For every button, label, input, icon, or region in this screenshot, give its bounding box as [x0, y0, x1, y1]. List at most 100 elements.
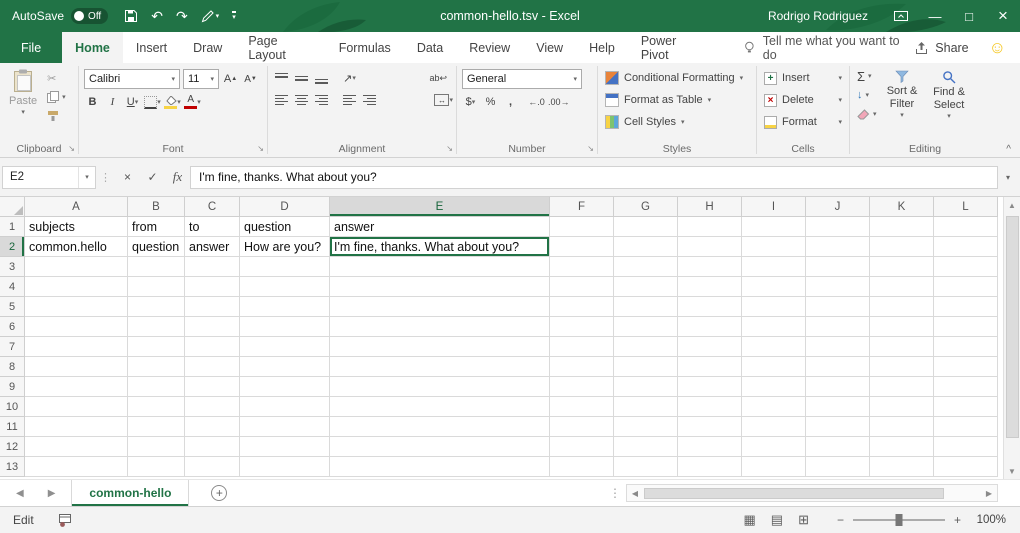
formula-input[interactable]: I'm fine, thanks. What about you? — [190, 166, 998, 189]
cell-C6[interactable] — [185, 317, 240, 337]
cell-J2[interactable] — [806, 237, 870, 257]
cell-H10[interactable] — [678, 397, 742, 417]
row-header-12[interactable]: 12 — [0, 437, 25, 457]
cell-F9[interactable] — [550, 377, 614, 397]
increase-decimal-button[interactable]: ←.0 — [528, 93, 545, 111]
cell-E7[interactable] — [330, 337, 550, 357]
tell-me-box[interactable]: Tell me what you want to do — [743, 32, 914, 63]
cell-K7[interactable] — [870, 337, 934, 357]
cell-E8[interactable] — [330, 357, 550, 377]
zoom-in-button[interactable]: + — [954, 513, 961, 527]
cell-F11[interactable] — [550, 417, 614, 437]
cell-B8[interactable] — [128, 357, 185, 377]
cell-C12[interactable] — [185, 437, 240, 457]
insert-function-button[interactable]: fx — [165, 166, 190, 189]
decrease-font-size-button[interactable]: A▼ — [242, 70, 259, 88]
cell-H13[interactable] — [678, 457, 742, 477]
select-all-button[interactable] — [0, 197, 25, 217]
italic-button[interactable]: I — [104, 93, 121, 111]
cell-G2[interactable] — [614, 237, 678, 257]
cell-L7[interactable] — [934, 337, 998, 357]
decrease-decimal-button[interactable]: .00→ — [548, 93, 570, 111]
cell-J9[interactable] — [806, 377, 870, 397]
cell-C11[interactable] — [185, 417, 240, 437]
cell-L11[interactable] — [934, 417, 998, 437]
cell-H12[interactable] — [678, 437, 742, 457]
cell-L3[interactable] — [934, 257, 998, 277]
column-header-D[interactable]: D — [240, 197, 330, 217]
align-center-button[interactable] — [293, 91, 310, 109]
cell-J11[interactable] — [806, 417, 870, 437]
zoom-level[interactable]: 100% — [974, 514, 1006, 526]
cell-E2[interactable]: I'm fine, thanks. What about you? — [330, 237, 550, 257]
cell-J1[interactable] — [806, 217, 870, 237]
borders-button[interactable]: ▾ — [144, 93, 161, 111]
percent-format-button[interactable]: % — [482, 93, 499, 111]
cell-styles-button[interactable]: Cell Styles ▾ — [601, 111, 753, 133]
cell-K6[interactable] — [870, 317, 934, 337]
tab-splitter-icon[interactable]: ⋮ — [604, 480, 626, 506]
cell-L9[interactable] — [934, 377, 998, 397]
cell-L1[interactable] — [934, 217, 998, 237]
cell-G1[interactable] — [614, 217, 678, 237]
cell-H1[interactable] — [678, 217, 742, 237]
row-header-10[interactable]: 10 — [0, 397, 25, 417]
row-header-2[interactable]: 2 — [0, 237, 25, 257]
sort-filter-button[interactable]: Sort & Filter ▾ — [879, 65, 926, 140]
cell-L10[interactable] — [934, 397, 998, 417]
delete-cells-button[interactable]: × Delete ▾ — [760, 89, 846, 111]
column-header-K[interactable]: K — [870, 197, 934, 217]
cell-I10[interactable] — [742, 397, 806, 417]
column-header-A[interactable]: A — [25, 197, 128, 217]
cell-B11[interactable] — [128, 417, 185, 437]
cell-D8[interactable] — [240, 357, 330, 377]
cell-B5[interactable] — [128, 297, 185, 317]
cell-K2[interactable] — [870, 237, 934, 257]
redo-button[interactable]: ↷ — [176, 9, 188, 23]
expand-formula-bar-icon[interactable]: ▾ — [998, 173, 1018, 182]
cell-K13[interactable] — [870, 457, 934, 477]
cell-A7[interactable] — [25, 337, 128, 357]
cell-A4[interactable] — [25, 277, 128, 297]
cell-L8[interactable] — [934, 357, 998, 377]
new-sheet-button[interactable]: + — [211, 480, 227, 506]
cell-F7[interactable] — [550, 337, 614, 357]
cell-G3[interactable] — [614, 257, 678, 277]
cell-J13[interactable] — [806, 457, 870, 477]
cell-B7[interactable] — [128, 337, 185, 357]
cell-E1[interactable]: answer — [330, 217, 550, 237]
ribbon-display-options-button[interactable] — [884, 0, 918, 32]
cell-C13[interactable] — [185, 457, 240, 477]
conditional-formatting-button[interactable]: Conditional Formatting ▾ — [601, 67, 753, 89]
tab-data[interactable]: Data — [404, 32, 456, 63]
tab-power-pivot[interactable]: Power Pivot — [628, 32, 715, 63]
cell-I7[interactable] — [742, 337, 806, 357]
column-header-F[interactable]: F — [550, 197, 614, 217]
cell-E4[interactable] — [330, 277, 550, 297]
format-cells-button[interactable]: Format ▾ — [760, 111, 846, 133]
cell-J6[interactable] — [806, 317, 870, 337]
align-right-button[interactable] — [313, 91, 330, 109]
page-layout-view-button[interactable]: ▤ — [771, 512, 783, 528]
cell-L2[interactable] — [934, 237, 998, 257]
cell-D9[interactable] — [240, 377, 330, 397]
cell-D1[interactable]: question — [240, 217, 330, 237]
tab-page-layout[interactable]: Page Layout — [235, 32, 325, 63]
user-name[interactable]: Rodrigo Rodriguez — [768, 9, 868, 23]
cell-C10[interactable] — [185, 397, 240, 417]
cell-F8[interactable] — [550, 357, 614, 377]
scroll-down-icon[interactable]: ▼ — [1004, 463, 1020, 479]
currency-format-button[interactable]: $▾ — [462, 93, 479, 111]
ink-button[interactable]: ▾ — [201, 10, 220, 23]
cell-A3[interactable] — [25, 257, 128, 277]
cut-button[interactable]: ✂ — [47, 71, 66, 85]
row-header-13[interactable]: 13 — [0, 457, 25, 477]
cell-J8[interactable] — [806, 357, 870, 377]
name-box[interactable]: E2 ▾ — [2, 166, 96, 189]
column-header-B[interactable]: B — [128, 197, 185, 217]
cell-B6[interactable] — [128, 317, 185, 337]
undo-button[interactable]: ↶ — [151, 9, 163, 23]
clipboard-dialog-launcher-icon[interactable]: ↘ — [68, 145, 75, 153]
cancel-button[interactable]: × — [115, 166, 140, 189]
customize-qat-button[interactable]: ▾ — [232, 11, 236, 21]
